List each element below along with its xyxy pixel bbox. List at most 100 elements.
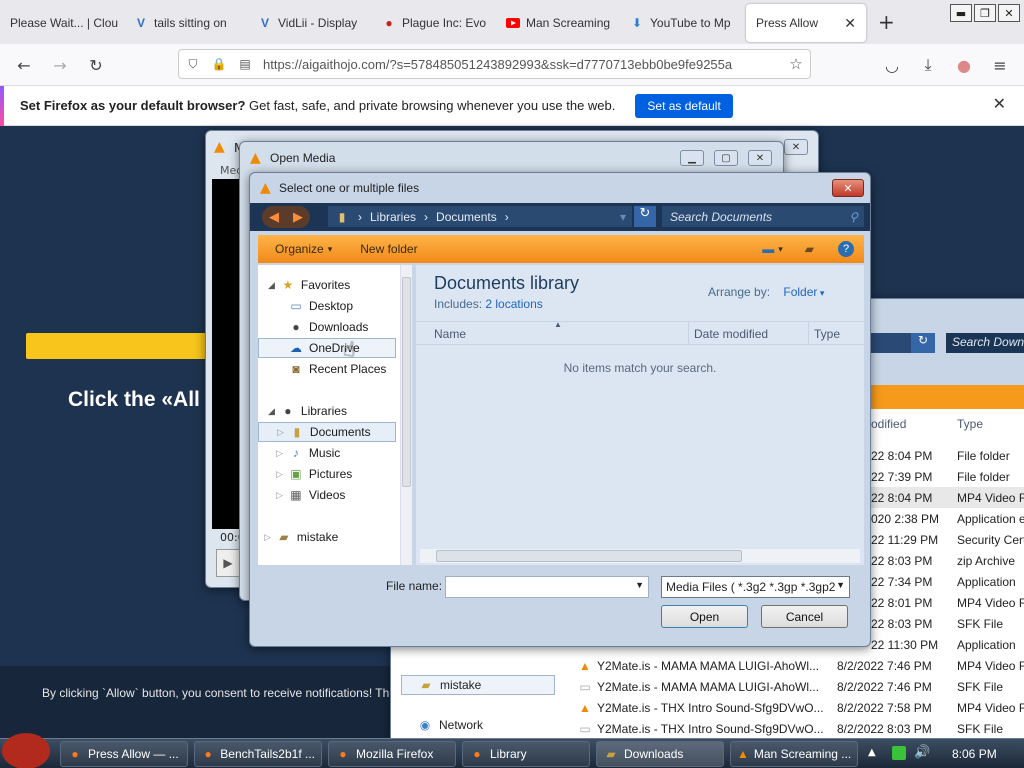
url-bar[interactable]: ⛉ 🔒 ▤ https://aigaithojo.com/?s=57848505… — [178, 49, 811, 79]
tree-desktop[interactable]: ▭ Desktop — [288, 296, 353, 316]
search-input[interactable]: Search Documents ⚲ — [662, 206, 864, 227]
open-button[interactable]: Open — [661, 605, 748, 628]
tree-favorites[interactable]: ◢ ★ Favorites — [268, 275, 350, 295]
close-notification-icon[interactable]: ✕ — [993, 94, 1006, 114]
bookmark-star-icon[interactable]: ☆ — [788, 56, 804, 73]
taskbar-item-benchtails[interactable]: ● BenchTails2b1f ... — [194, 741, 322, 767]
tree-onedrive[interactable]: ☁ OneDrive — [258, 338, 396, 358]
breadcrumb-documents[interactable]: Documents — [436, 210, 497, 224]
arrange-by-dropdown[interactable]: Folder — [783, 285, 817, 299]
expand-arrow-icon[interactable]: ▷ — [276, 490, 283, 501]
column-type-header[interactable]: Type — [814, 327, 840, 341]
vlc-close-icon[interactable]: ✕ — [784, 139, 808, 155]
set-default-button[interactable]: Set as default — [635, 93, 733, 118]
expand-arrow-icon[interactable]: ◢ — [268, 280, 275, 291]
help-icon[interactable]: ? — [838, 241, 854, 257]
chevron-down-icon[interactable]: ▾ — [328, 244, 333, 255]
minimize-icon[interactable]: ▬ — [950, 4, 972, 22]
start-button[interactable] — [2, 733, 50, 768]
locations-link[interactable]: 2 locations — [485, 297, 542, 311]
clock[interactable]: 8:06 PM — [952, 747, 997, 761]
close-window-icon[interactable]: ✕ — [998, 4, 1020, 22]
chevron-down-icon[interactable]: ▾ — [778, 244, 783, 255]
tab-youtube-mp[interactable]: ⬇ YouTube to Mp — [620, 4, 744, 42]
expand-arrow-icon[interactable]: ▷ — [276, 469, 283, 480]
network-tray-icon[interactable] — [892, 746, 906, 760]
horizontal-scrollbar[interactable] — [420, 549, 860, 563]
tab-tails[interactable]: Vtails sitting on — [124, 4, 248, 42]
taskbar-item-mozilla-firefox[interactable]: ● Mozilla Firefox — [328, 741, 456, 767]
downloads-icon[interactable]: ⤓ — [916, 54, 940, 76]
tree-recent-places[interactable]: ◙ Recent Places — [288, 359, 386, 379]
tray-expand-icon[interactable]: ▲ — [868, 747, 876, 758]
lock-icon[interactable]: 🔒 — [211, 56, 227, 72]
breadcrumb-libraries[interactable]: Libraries — [370, 210, 416, 224]
refresh-icon[interactable]: ↻ — [634, 206, 656, 227]
organize-button[interactable]: Organize — [275, 242, 324, 256]
nav-item-network[interactable]: ◉ Network — [417, 717, 483, 733]
taskbar-item-man-screaming[interactable]: ▲ Man Screaming ... — [730, 741, 858, 767]
url-text[interactable]: https://aigaithojo.com/?s=57848505124389… — [263, 57, 783, 72]
tab-press-allow[interactable]: Press Allow ✕ — [746, 4, 866, 42]
expand-arrow-icon[interactable]: ▷ — [277, 427, 284, 438]
column-name-header[interactable]: Name — [434, 327, 466, 341]
file-type-select[interactable]: Media Files ( *.3g2 *.3gp *.3gp2 ▼ — [661, 576, 850, 598]
taskbar-item-library[interactable]: ● Library — [462, 741, 590, 767]
scrollbar-thumb[interactable] — [436, 550, 742, 562]
maximize-icon[interactable]: ▢ — [714, 150, 738, 166]
breadcrumb[interactable]: ▮ › Libraries › Documents › ▾ — [328, 206, 632, 227]
volume-icon[interactable]: 🔊 — [914, 745, 930, 760]
downloads-search-input[interactable]: Search Downlo — [946, 333, 1024, 353]
close-tab-icon[interactable]: ✕ — [844, 15, 856, 32]
tree-scrollbar[interactable] — [400, 265, 412, 565]
back-arrow-icon[interactable]: ◀ — [269, 210, 279, 225]
table-row[interactable]: ▲ Y2Mate.is - THX Intro Sound-Sfg9DVwO...… — [557, 697, 1024, 718]
play-icon[interactable]: ▶ — [216, 549, 240, 577]
table-row[interactable]: ▲ Y2Mate.is - MAMA MAMA LUIGI-AhoWl... 8/2… — [557, 655, 1024, 676]
tree-music[interactable]: ▷ ♪ Music — [276, 443, 340, 463]
expand-arrow-icon[interactable]: ▷ — [264, 532, 271, 543]
nav-item-mistake[interactable]: ▰ mistake — [401, 675, 555, 695]
refresh-icon[interactable]: ↻ — [911, 333, 935, 353]
chevron-down-icon[interactable]: ▾ — [817, 288, 825, 298]
back-icon[interactable]: ← — [12, 54, 36, 76]
tree-mistake[interactable]: ▷ ▰ mistake — [264, 527, 338, 547]
restore-icon[interactable]: ❐ — [974, 4, 996, 22]
close-icon[interactable]: ✕ — [832, 179, 864, 197]
tab-man-screaming[interactable]: Man Screaming — [496, 4, 620, 42]
tree-videos[interactable]: ▷ ▦ Videos — [276, 485, 345, 505]
tree-downloads[interactable]: ● Downloads — [288, 317, 368, 337]
tab-vidlii[interactable]: V VidLii - Display — [248, 4, 372, 42]
chevron-down-icon[interactable]: ▼ — [635, 580, 644, 590]
column-date-header[interactable]: odified — [871, 417, 906, 431]
minimize-icon[interactable]: ▁ — [680, 150, 704, 166]
preview-pane-icon[interactable]: ▰ — [805, 242, 814, 256]
forward-arrow-icon[interactable]: ▶ — [293, 210, 303, 225]
forward-icon[interactable]: → — [48, 54, 72, 76]
new-tab-icon[interactable]: + — [878, 10, 898, 34]
tab-cloud[interactable]: Please Wait... | Clou — [0, 4, 124, 42]
pocket-icon[interactable]: ◡ — [880, 54, 904, 76]
shield-icon[interactable]: ⛉ — [185, 56, 201, 72]
permissions-icon[interactable]: ▤ — [237, 56, 253, 72]
close-icon[interactable]: ✕ — [748, 150, 772, 166]
taskbar-item-press-allow[interactable]: ● Press Allow — ... — [60, 741, 188, 767]
account-icon[interactable]: ● — [952, 54, 976, 76]
back-forward-buttons[interactable]: ◀ ▶ — [262, 206, 310, 228]
tree-libraries[interactable]: ◢ ● Libraries — [268, 401, 347, 421]
chevron-down-icon[interactable]: ▾ — [620, 210, 626, 224]
tab-plague[interactable]: ● Plague Inc: Evo — [372, 4, 496, 42]
column-date-header[interactable]: Date modified — [694, 327, 768, 341]
new-folder-button[interactable]: New folder — [360, 242, 417, 256]
tree-pictures[interactable]: ▷ ▣ Pictures — [276, 464, 352, 484]
tree-documents[interactable]: ▷ ▮ Documents — [258, 422, 396, 442]
expand-arrow-icon[interactable]: ▷ — [276, 448, 283, 459]
table-row[interactable]: ▭ Y2Mate.is - THX Intro Sound-Sfg9DVwO...… — [557, 718, 1024, 739]
reload-icon[interactable]: ↻ — [84, 54, 108, 76]
taskbar-item-downloads[interactable]: ▰ Downloads — [596, 741, 724, 767]
chevron-down-icon[interactable]: ▼ — [836, 580, 845, 590]
table-row[interactable]: ▭ Y2Mate.is - MAMA MAMA LUIGI-AhoWl... 8/2… — [557, 676, 1024, 697]
filename-input[interactable]: ▼ — [445, 576, 649, 598]
views-icon[interactable]: ▬ — [762, 242, 774, 256]
expand-arrow-icon[interactable]: ◢ — [268, 406, 275, 417]
